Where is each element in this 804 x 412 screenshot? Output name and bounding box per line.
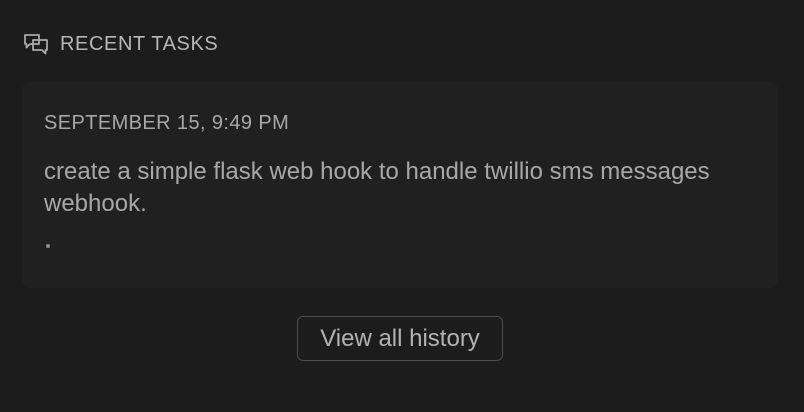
task-card[interactable]: SEPTEMBER 15, 9:49 PM create a simple fl…	[22, 82, 778, 288]
task-description: create a simple flask web hook to handle…	[44, 158, 710, 217]
task-date: SEPTEMBER 15, 9:49 PM	[44, 112, 290, 134]
section-title: RECENT TASKS	[60, 32, 219, 55]
view-all-history-button[interactable]: View all history	[297, 316, 503, 361]
recent-tasks-panel: RECENT TASKS SEPTEMBER 15, 9:49 PM creat…	[0, 0, 804, 412]
chat-bubbles-icon	[22, 30, 50, 58]
recent-tasks-header: RECENT TASKS	[22, 29, 218, 59]
task-dot	[46, 244, 50, 248]
